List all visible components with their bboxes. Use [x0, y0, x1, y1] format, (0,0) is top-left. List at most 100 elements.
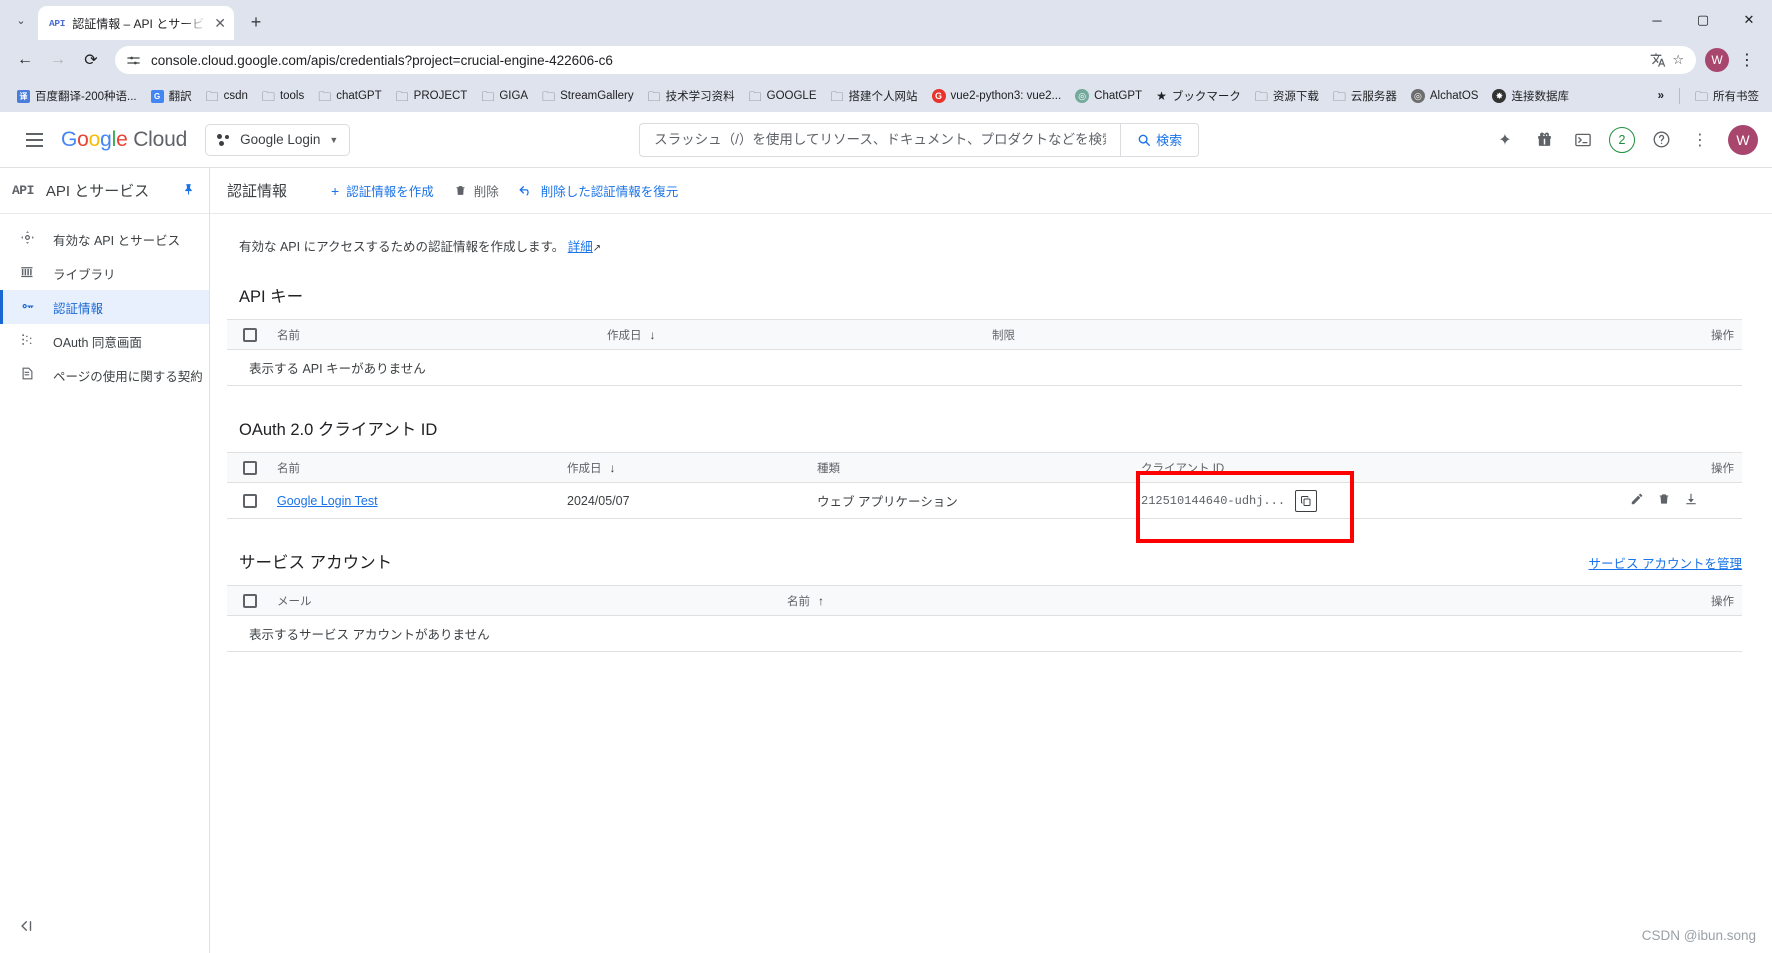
bookmark-item[interactable]: 🗀 资源下载	[1248, 85, 1326, 107]
bookmark-item[interactable]: 🗀 chatGPT	[311, 87, 388, 106]
more-options-icon[interactable]: ⋮	[1683, 123, 1717, 157]
back-icon[interactable]: ←	[10, 45, 40, 75]
new-tab-button[interactable]: +	[242, 8, 270, 36]
column-header[interactable]: 名前	[269, 452, 559, 483]
manage-service-accounts-link[interactable]: サービス アカウントを管理	[1589, 553, 1742, 572]
bookmark-item[interactable]: ◎ ChatGPT	[1068, 86, 1149, 106]
profile-avatar[interactable]: W	[1705, 48, 1729, 72]
forward-icon[interactable]: →	[43, 45, 73, 75]
window-close-icon[interactable]: ✕	[1726, 0, 1772, 40]
translate-icon[interactable]	[1650, 52, 1666, 68]
column-header-sorted[interactable]: 名前 ↑	[779, 585, 1622, 616]
column-header[interactable]: 制限	[984, 319, 1622, 350]
browser-tab[interactable]: API 認証情報 – API とサービス – Goog ✕	[38, 6, 234, 40]
gemini-sparkle-icon[interactable]: ✦	[1488, 123, 1522, 157]
bookmark-item[interactable]: G 翻訳	[144, 85, 199, 107]
browser-menu-icon[interactable]: ⋮	[1732, 45, 1762, 75]
copy-icon[interactable]	[1295, 489, 1318, 512]
select-all-header[interactable]	[227, 585, 269, 616]
checkbox[interactable]	[243, 593, 257, 608]
sidebar-item-enabled-apis[interactable]: 有効な API とサービス	[0, 222, 209, 256]
pin-icon[interactable]	[182, 182, 195, 199]
bookmark-item[interactable]: ◎ AlchatOS	[1404, 86, 1486, 106]
project-name: Google Login	[240, 132, 321, 147]
all-bookmarks-button[interactable]: 🗀 所有书签	[1688, 85, 1766, 107]
site-settings-icon[interactable]	[126, 53, 141, 68]
column-header[interactable]: 種類	[809, 452, 1119, 483]
bookmark-item[interactable]: ★ ブックマーク	[1149, 85, 1248, 107]
sidebar-header: API API とサービス	[0, 168, 209, 214]
select-all-header[interactable]	[227, 319, 269, 350]
avatar[interactable]: W	[1728, 124, 1758, 155]
column-header-sorted[interactable]: 作成日 ↓	[599, 319, 984, 350]
external-link-icon: ↗	[592, 243, 602, 254]
collapse-sidebar-icon[interactable]	[18, 919, 36, 937]
checkbox[interactable]	[243, 460, 257, 475]
api-keys-table: 名前 作成日 ↓ 制限 操作 表示する API キーがありません	[227, 319, 1742, 386]
create-credentials-button[interactable]: + 認証情報を作成	[321, 175, 444, 206]
maximize-icon[interactable]: ▢	[1680, 0, 1726, 40]
select-all-header[interactable]	[227, 452, 269, 483]
bookmark-item[interactable]: 🗀 csdn	[199, 87, 255, 106]
help-icon[interactable]	[1644, 123, 1678, 157]
sidebar-item-page-usage-agreement[interactable]: ページの使用に関する契約	[0, 358, 209, 392]
search-box[interactable]: 検索	[639, 122, 1200, 157]
sidebar-item-credentials[interactable]: 認証情報	[0, 290, 209, 324]
bookmark-item[interactable]: 🗀 tools	[255, 87, 311, 106]
sidebar-item-label: ページの使用に関する契約	[53, 369, 203, 384]
search-input[interactable]	[640, 123, 1121, 156]
delete-icon[interactable]	[1657, 492, 1671, 509]
minimize-icon[interactable]: ─	[1634, 0, 1680, 40]
sidebar-item-oauth-consent[interactable]: OAuth 同意画面	[0, 324, 209, 358]
trash-icon	[454, 184, 467, 197]
notifications-button[interactable]: 2	[1605, 123, 1639, 157]
bookmark-item[interactable]: 🗀 StreamGallery	[535, 87, 641, 106]
search-button[interactable]: 検索	[1120, 123, 1198, 156]
key-icon	[19, 298, 36, 317]
bookmark-item[interactable]: 🗀 GOOGLE	[742, 87, 824, 106]
row-select-cell[interactable]	[227, 482, 269, 519]
restore-credentials-button[interactable]: 削除した認証情報を復元	[509, 175, 689, 206]
edit-icon[interactable]	[1630, 492, 1644, 509]
checkbox[interactable]	[243, 493, 257, 508]
bookmark-label: StreamGallery	[560, 90, 634, 102]
bookmarks-overflow-icon[interactable]: »	[1651, 87, 1671, 105]
table-row[interactable]: Google Login Test 2024/05/07 ウェブ アプリケーショ…	[227, 482, 1742, 519]
bookmark-item[interactable]: 🗀 技术学习资料	[641, 85, 742, 107]
navigation-menu-icon[interactable]	[14, 120, 54, 160]
column-header-client-id[interactable]: クライアント ID	[1119, 452, 1622, 483]
column-header-sorted[interactable]: 作成日 ↓	[559, 452, 809, 483]
delete-button[interactable]: 削除	[444, 175, 509, 206]
reload-icon[interactable]: ⟳	[76, 45, 106, 75]
bookmark-item[interactable]: 🗀 搭建个人网站	[824, 85, 925, 107]
bookmark-item[interactable]: 译 百度翻译-200种语...	[10, 85, 144, 107]
chevron-down-icon: ▼	[329, 134, 339, 145]
bookmark-item[interactable]: ✸ 连接数据库	[1485, 85, 1576, 107]
client-name-link[interactable]: Google Login Test	[277, 494, 378, 508]
learn-more-link[interactable]: 詳細	[568, 240, 593, 254]
folder-icon: 🗀	[647, 88, 661, 104]
client-name-cell[interactable]: Google Login Test	[269, 482, 559, 519]
bookmark-label: AlchatOS	[1429, 90, 1479, 102]
column-header[interactable]: 名前	[269, 319, 599, 350]
tab-search-icon[interactable]: ⌄	[6, 5, 36, 35]
bookmark-star-icon[interactable]: ☆	[1672, 52, 1684, 68]
checkbox[interactable]	[243, 327, 257, 342]
column-header[interactable]: メール	[269, 585, 779, 616]
gift-icon[interactable]	[1527, 123, 1561, 157]
close-icon[interactable]: ✕	[214, 16, 226, 30]
address-bar[interactable]: console.cloud.google.com/apis/credential…	[115, 46, 1696, 74]
download-icon[interactable]	[1684, 492, 1698, 509]
sidebar: API API とサービス 有効な API とサービス ライブラリ 認証情報 O…	[0, 168, 210, 953]
cloud-shell-icon[interactable]	[1566, 123, 1600, 157]
bookmark-item[interactable]: 🗀 PROJECT	[389, 87, 475, 106]
sidebar-item-library[interactable]: ライブラリ	[0, 256, 209, 290]
bookmarks-bar: 译 百度翻译-200种语... G 翻訳 🗀 csdn 🗀 tools 🗀 ch…	[0, 80, 1772, 112]
bookmark-item[interactable]: G vue2-python3: vue2...	[925, 86, 1069, 106]
bookmark-label: PROJECT	[413, 90, 468, 102]
project-selector[interactable]: Google Login ▼	[205, 123, 351, 156]
bookmark-item[interactable]: 🗀 云服务器	[1326, 85, 1404, 107]
bookmark-item[interactable]: 🗀 GIGA	[474, 87, 535, 106]
google-cloud-logo[interactable]: Google Cloud	[61, 128, 187, 152]
restore-credentials-label: 削除した認証情報を復元	[540, 185, 679, 199]
